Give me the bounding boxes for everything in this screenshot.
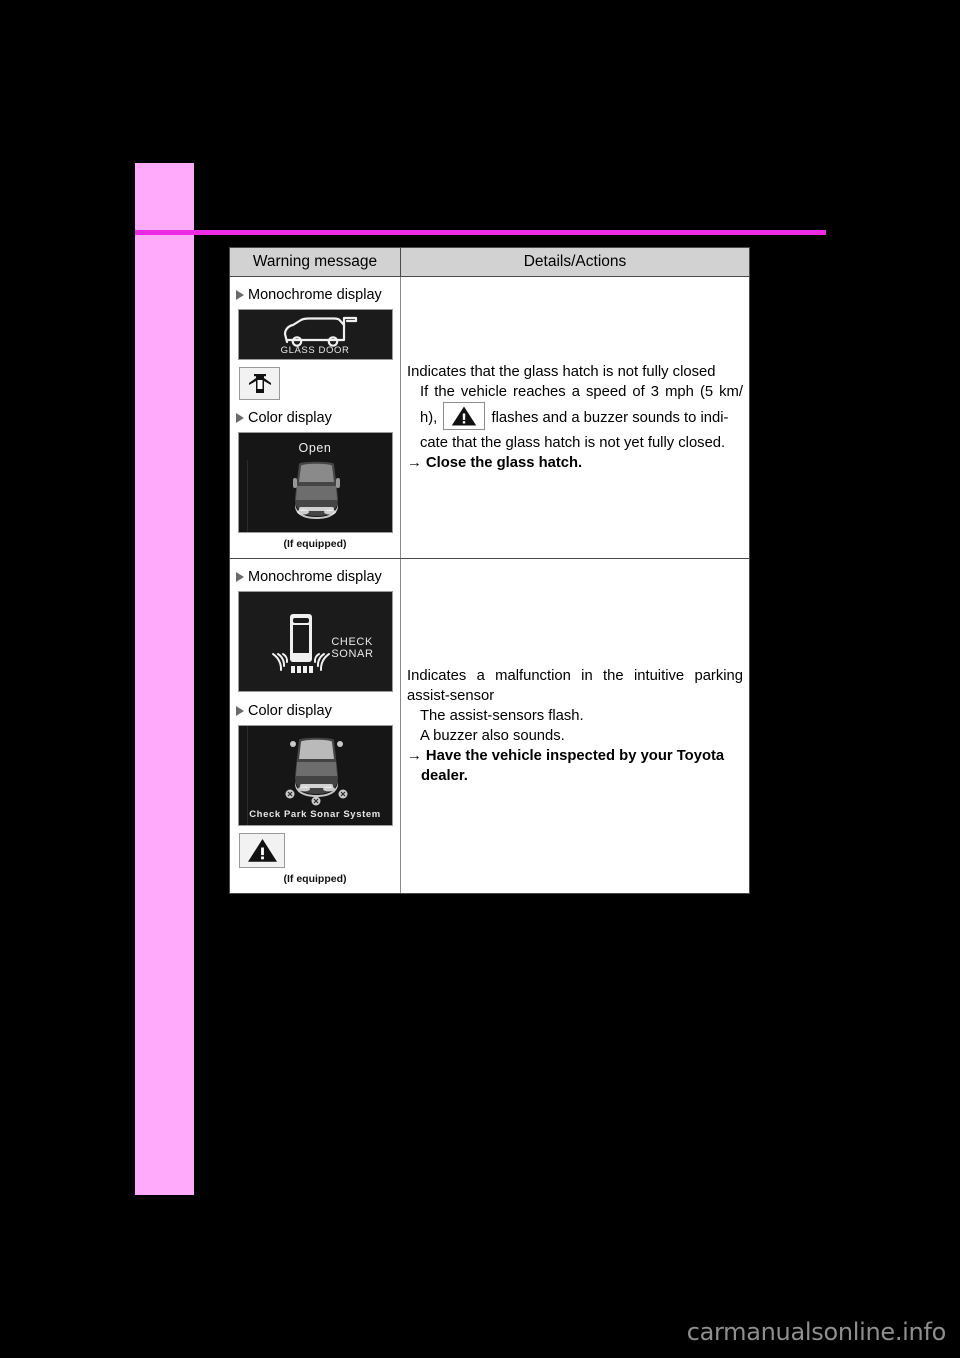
action-text: Close the glass hatch. [425, 455, 583, 471]
color-display-label-text: Color display [248, 703, 332, 719]
site-watermark: carmanualsonline.info [686, 1318, 947, 1346]
warning-message-cell-park-sonar: Monochrome display CHECK SONAR Color dis… [230, 559, 401, 893]
details-action-glass-hatch: → Close the glass hatch. [407, 453, 743, 473]
door-ajar-icon [239, 367, 280, 400]
monochrome-screen-text: CHECK SONAR [331, 636, 374, 660]
details-line-3: h), flashes and a buzzer sounds to indi- [407, 402, 743, 433]
details-actions-cell-park-sonar: Indicates a malfunction in the intuitive… [401, 559, 749, 893]
details-text-glass-hatch: Indicates that the glass hatch is not fu… [407, 362, 743, 473]
details-line-4: A buzzer also sounds. [420, 728, 565, 744]
action-arrow-icon: → [407, 748, 422, 764]
color-screen-glass-hatch-open: Open [237, 432, 393, 533]
color-display-label-text: Color display [248, 410, 332, 426]
monochrome-screen-glass-door: GLASS DOOR [237, 309, 393, 360]
details-line-3: The assist-sensors flash. [420, 708, 584, 724]
color-screen-check-park-sonar: Check Park Sonar System [237, 725, 393, 826]
warning-message-cell-glass-hatch: Monochrome display GLASS DOOR Color disp… [230, 277, 401, 558]
details-line-2: assist-sensor [407, 688, 495, 704]
details-line-3-post: flashes and a buzzer sounds to indi- [491, 410, 729, 426]
monochrome-screen-check-sonar: CHECK SONAR [237, 591, 393, 692]
monochrome-screen-text: GLASS DOOR [280, 345, 350, 356]
header-rule [135, 230, 826, 235]
warning-triangle-glyph [452, 406, 477, 426]
car-top-view-glyph [238, 460, 392, 532]
details-line-1: Indicates that the glass hatch is not fu… [407, 364, 716, 380]
details-line-3-pre: h), [420, 410, 438, 426]
door-ajar-glyph [248, 373, 271, 393]
table-header-row: Warning message Details/Actions [230, 248, 749, 277]
column-header-details-actions: Details/Actions [523, 253, 627, 270]
bullet-triangle-icon [236, 413, 244, 423]
warning-triangle-glyph [247, 839, 277, 862]
table-row: Monochrome display CHECK SONAR Color dis… [230, 559, 749, 893]
column-header-warning-message: Warning message [230, 248, 401, 276]
bullet-triangle-icon [236, 290, 244, 300]
if-equipped-caption: (If equipped) [283, 538, 347, 550]
color-screen-text: Check Park Sonar System [249, 809, 381, 820]
if-equipped-caption: (If equipped) [283, 873, 347, 885]
monochrome-display-label-text: Monochrome display [248, 569, 382, 585]
details-action-park-sonar: → Have the vehicle inspected by your Toy… [407, 746, 743, 786]
color-display-label: Color display [236, 703, 332, 719]
details-line-1: Indicates a malfunction in the intuitive… [407, 668, 743, 684]
monochrome-display-label: Monochrome display [236, 569, 382, 585]
monochrome-display-label-text: Monochrome display [248, 287, 382, 303]
page-side-tab [135, 163, 194, 1195]
bullet-triangle-icon [236, 572, 244, 582]
color-screen-text: Open [298, 441, 332, 455]
details-line-2: If the vehicle reaches a speed of 3 mph … [420, 384, 743, 400]
details-actions-cell-glass-hatch: Indicates that the glass hatch is not fu… [401, 277, 749, 558]
details-text-park-sonar: Indicates a malfunction in the intuitive… [407, 666, 743, 786]
details-line-4: cate that the glass hatch is not yet ful… [420, 435, 726, 451]
action-text: Have the vehicle inspected by your Toyot… [421, 748, 725, 784]
warning-triangle-icon [239, 833, 285, 868]
monochrome-display-label: Monochrome display [236, 287, 382, 303]
bullet-triangle-icon [236, 706, 244, 716]
color-display-label: Color display [236, 410, 332, 426]
warning-triangle-icon [443, 402, 486, 430]
warning-message-table: Warning message Details/Actions Monochro… [229, 247, 750, 894]
action-arrow-icon: → [407, 455, 422, 471]
table-row: Monochrome display GLASS DOOR Color disp… [230, 277, 749, 559]
